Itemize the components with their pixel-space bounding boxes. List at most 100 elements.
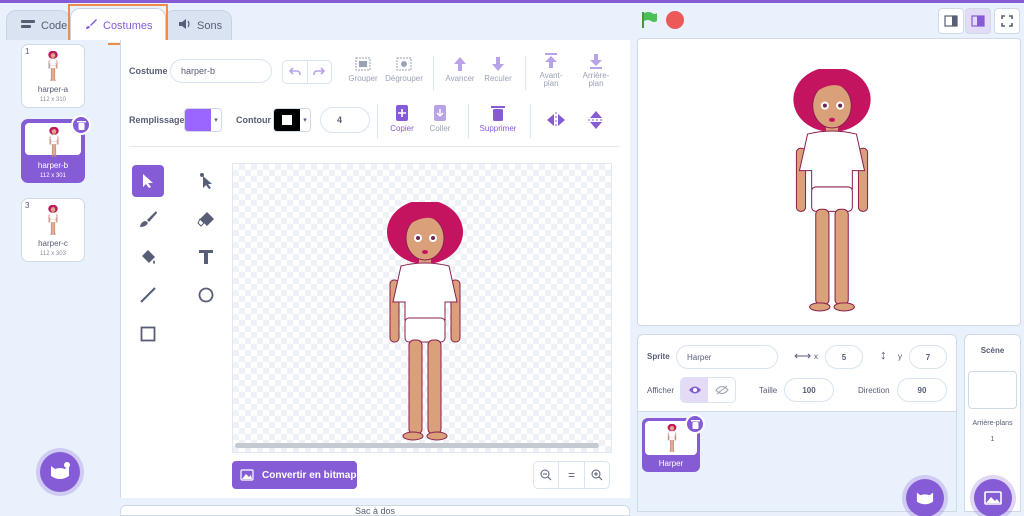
backpack-label: Sac à dos [354, 506, 396, 516]
stage-title: Scène [980, 346, 1005, 355]
arrow-up-icon [454, 57, 466, 71]
normal-stage-icon[interactable] [965, 8, 991, 34]
choose-costume-button[interactable] [40, 452, 80, 492]
delete-sprite-button[interactable] [685, 414, 705, 434]
hide-sprite-button[interactable] [708, 378, 735, 402]
eraser-icon [197, 212, 214, 227]
zoom-in-button[interactable] [585, 462, 609, 488]
visibility-toggle [680, 377, 736, 403]
stop-icon[interactable] [666, 11, 684, 29]
line-tool[interactable] [132, 279, 164, 311]
x-label: x [814, 352, 818, 361]
costume-name-label: Costume [129, 66, 168, 76]
redo-icon[interactable] [308, 61, 332, 83]
costume-name-input[interactable]: harper-b [170, 59, 272, 83]
stage-sprite[interactable] [788, 69, 876, 313]
ungroup-label: Dégrouper [385, 74, 423, 83]
tab-sounds[interactable]: Sons [164, 10, 232, 40]
horizontal-scrollbar[interactable] [235, 443, 599, 448]
copy-label: Copier [390, 124, 414, 133]
trash-icon [491, 106, 505, 121]
backpack-bar[interactable]: Sac à dos [120, 505, 630, 516]
eraser-tool[interactable] [190, 203, 222, 235]
select-tool[interactable] [132, 165, 164, 197]
eye-icon [688, 386, 701, 394]
speaker-icon [179, 19, 191, 32]
reshape-tool[interactable] [190, 165, 222, 197]
rectangle-icon [140, 326, 156, 342]
outline-width-input[interactable]: 4 [320, 107, 370, 133]
choose-sprite-button[interactable] [906, 479, 944, 516]
size-input[interactable]: 100 [784, 378, 834, 402]
tab-code[interactable]: Code [6, 10, 70, 40]
green-flag-icon[interactable] [640, 11, 658, 34]
outline-color-swatch [274, 109, 300, 131]
fullscreen-icon[interactable] [994, 8, 1020, 34]
chevron-down-icon: ▾ [303, 117, 307, 124]
paste-button[interactable]: Coller [424, 104, 456, 133]
sprite-thumbnail [667, 424, 677, 452]
choose-backdrop-button[interactable] [974, 479, 1012, 516]
x-input[interactable]: 5 [825, 345, 863, 369]
arrow-to-top-icon [545, 53, 557, 68]
ungroup-icon [396, 57, 412, 71]
copy-button[interactable]: Copier [386, 104, 418, 133]
toolbar-rule [129, 146, 619, 147]
direction-label: Direction [858, 386, 890, 395]
group-button[interactable]: Grouper [344, 56, 382, 83]
trash-icon [690, 420, 700, 429]
delete-button[interactable]: Supprimer [476, 104, 520, 133]
top-accent-bar [0, 0, 1024, 3]
zoom-in-icon [591, 469, 603, 481]
cat-icon [916, 492, 934, 505]
costume-list: 1 harper-a 112 x 310 2 harper-b 112 x 30… [10, 40, 108, 497]
show-sprite-button[interactable] [681, 378, 708, 402]
back-button[interactable]: Arrière- plan [578, 53, 614, 88]
outline-label: Contour [236, 115, 271, 125]
flip-vertical-icon[interactable] [588, 110, 604, 135]
direction-input[interactable]: 90 [897, 378, 947, 402]
line-icon [140, 287, 156, 303]
costume-item-3[interactable]: 3 harper-c 112 x 303 [21, 198, 85, 262]
delete-label: Supprimer [479, 124, 517, 133]
sprite-tile-name: Harper [658, 459, 684, 468]
zoom-out-button[interactable] [534, 462, 560, 488]
backdrop-thumbnail [968, 371, 1017, 409]
circle-tool[interactable] [190, 279, 222, 311]
fill-color-swatch [185, 109, 211, 131]
forward-button[interactable]: Avancer [442, 56, 478, 83]
costume-item-1[interactable]: 1 harper-a 112 x 310 [21, 44, 85, 108]
arrow-to-bottom-icon [590, 54, 602, 69]
brush-tool[interactable] [132, 203, 164, 235]
sprite-name-input[interactable]: Harper [676, 345, 778, 369]
paste-label: Coller [429, 124, 451, 133]
flip-horizontal-icon[interactable] [546, 112, 566, 133]
text-tool[interactable] [190, 241, 222, 273]
toolbar-divider [530, 104, 531, 138]
front-button[interactable]: Avant- plan [533, 53, 569, 88]
forward-label: Avancer [445, 74, 475, 83]
costume-size: 112 x 301 [40, 173, 66, 179]
fill-tool[interactable] [132, 241, 164, 273]
size-label: Taille [759, 386, 778, 395]
costume-size: 112 x 310 [40, 97, 66, 103]
horizontal-arrows-icon: ⟷ [794, 349, 812, 363]
copy-icon [396, 105, 408, 121]
costume-drawing[interactable] [383, 202, 467, 442]
ungroup-button[interactable]: Dégrouper [384, 56, 424, 83]
rectangle-tool[interactable] [132, 318, 164, 350]
convert-bitmap-button[interactable]: Convertir en bitmap [232, 461, 357, 489]
stage[interactable] [637, 38, 1021, 326]
convert-bitmap-label: Convertir en bitmap [262, 469, 357, 481]
fill-color-picker[interactable]: ▾ [184, 108, 222, 132]
undo-icon[interactable] [283, 61, 308, 83]
paint-canvas[interactable] [232, 163, 612, 453]
outline-color-picker[interactable]: ▾ [273, 108, 311, 132]
small-stage-icon[interactable] [938, 8, 964, 34]
costume-thumbnail [48, 205, 58, 235]
backward-button[interactable]: Reculer [480, 56, 516, 83]
tab-sounds-label: Sons [197, 19, 223, 32]
delete-costume-button[interactable] [71, 115, 91, 135]
y-input[interactable]: 7 [909, 345, 947, 369]
zoom-reset-button[interactable]: = [559, 462, 585, 488]
